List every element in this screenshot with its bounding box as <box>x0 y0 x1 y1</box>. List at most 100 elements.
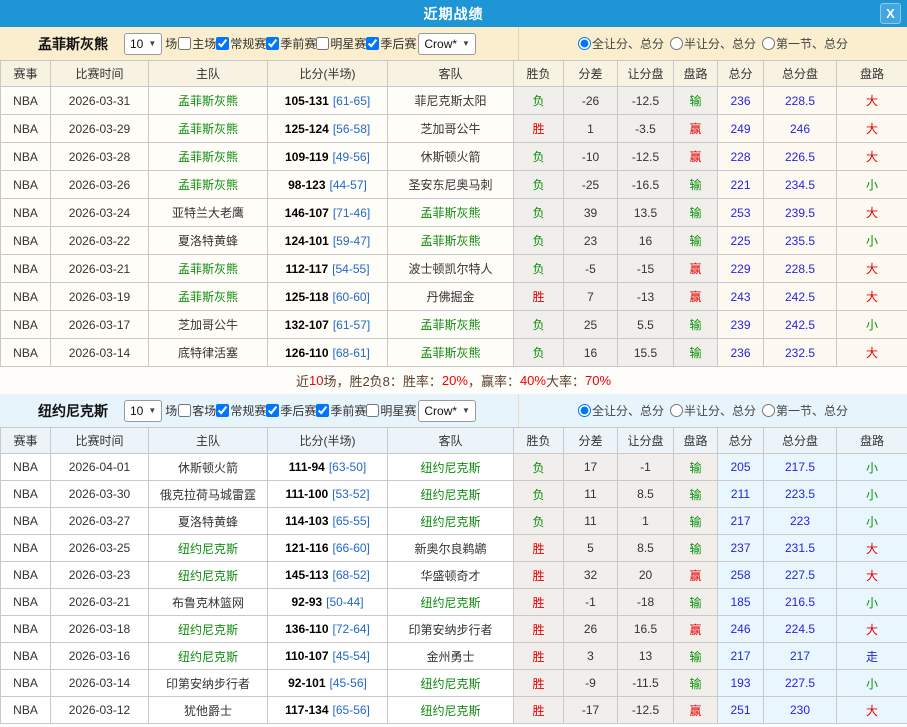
away-team-cell: 孟菲斯灰熊 <box>387 310 514 339</box>
over-under-cell: 大 <box>836 615 907 643</box>
date-cell: 2026-03-18 <box>50 615 149 643</box>
handicap-line-cell: -16.5 <box>617 170 674 199</box>
checkbox-icon[interactable] <box>366 404 380 417</box>
filter-checkbox[interactable]: 季后赛 <box>366 35 416 52</box>
handicap-line-cell: 20 <box>617 561 674 589</box>
radio-label: 第一节、总分 <box>776 404 849 418</box>
radio-icon[interactable] <box>762 37 775 50</box>
radio-icon[interactable] <box>762 404 775 417</box>
result-cell: 胜 <box>513 696 564 724</box>
filter-label: 客场 <box>192 404 217 418</box>
filter-label: 季前赛 <box>280 37 317 51</box>
col-ou-result: 盘路 <box>836 427 907 454</box>
checkbox-icon[interactable] <box>178 404 192 417</box>
away-team-cell: 纽约尼克斯 <box>387 588 514 616</box>
score-cell: 112-117 [54-55] <box>267 254 388 283</box>
handicap-result-cell: 赢 <box>673 615 718 643</box>
league-cell: NBA <box>0 86 51 115</box>
checkbox-icon[interactable] <box>316 37 330 50</box>
table-row: NBA 2026-03-31 孟菲斯灰熊 105-131 [61-65] 菲尼克斯太阳负 -… <box>0 86 907 115</box>
away-team-cell: 波士顿凯尔特人 <box>387 254 514 283</box>
score-cell: 132-107 [61-57] <box>267 310 388 339</box>
over-under-cell: 小 <box>836 480 907 508</box>
away-team-cell: 纽约尼克斯 <box>387 507 514 535</box>
col-away: 客队 <box>387 60 514 87</box>
home-team-cell: 孟菲斯灰熊 <box>148 282 268 311</box>
games-count-select[interactable]: 10 ▼ <box>124 32 163 55</box>
total-line-cell: 217 <box>763 642 837 670</box>
odds-mode-radio[interactable]: 全让分、总分 <box>577 35 664 52</box>
filter-checkbox[interactable]: 客场 <box>178 402 216 419</box>
total-points-cell: 225 <box>717 226 764 255</box>
odds-mode-radio[interactable]: 第一节、总分 <box>762 35 848 52</box>
checkbox-icon[interactable] <box>216 404 230 417</box>
odds-mode-radio[interactable]: 半让分、总分 <box>669 402 756 419</box>
result-cell: 胜 <box>513 669 564 697</box>
total-points-cell: 236 <box>717 86 764 115</box>
filter-checkbox[interactable]: 常规赛 <box>216 402 266 419</box>
margin-cell: 3 <box>563 642 618 670</box>
close-icon[interactable]: X <box>880 3 901 24</box>
col-result: 胜负 <box>513 60 564 87</box>
total-points-cell: 243 <box>717 282 764 311</box>
score-cell: 117-134 [65-56] <box>267 696 388 724</box>
table-row: NBA 2026-03-17 芝加哥公牛 132-107 [61-57] 孟菲斯灰熊负 25… <box>0 310 907 339</box>
source-select-value: Crow* <box>424 36 458 51</box>
handicap-result-cell: 输 <box>673 86 718 115</box>
odds-mode-radio[interactable]: 半让分、总分 <box>669 35 756 52</box>
radio-icon[interactable] <box>577 37 591 50</box>
window-title: 近期战绩 <box>423 5 484 22</box>
away-team-cell: 纽约尼克斯 <box>387 480 514 508</box>
odds-mode-radio[interactable]: 全让分、总分 <box>577 402 664 419</box>
league-cell: NBA <box>0 282 51 311</box>
radio-label: 全让分、总分 <box>591 37 664 51</box>
checkbox-icon[interactable] <box>316 404 330 417</box>
games-count-value: 10 <box>130 403 144 418</box>
handicap-line-cell: 5.5 <box>617 310 674 339</box>
score-cell: 124-101 [59-47] <box>267 226 388 255</box>
handicap-result-cell: 输 <box>673 338 718 367</box>
margin-cell: -1 <box>563 588 618 616</box>
checkbox-icon[interactable] <box>266 37 280 50</box>
handicap-result-cell: 输 <box>673 669 718 697</box>
away-team-cell: 孟菲斯灰熊 <box>387 226 514 255</box>
summary-text: 场，胜2负8：胜率： <box>323 374 442 389</box>
radio-icon[interactable] <box>669 37 683 50</box>
filter-checkbox[interactable]: 季前赛 <box>266 35 316 52</box>
total-points-cell: 211 <box>717 480 764 508</box>
over-under-cell: 大 <box>836 282 907 311</box>
half-time-score: [54-55] <box>332 261 370 276</box>
source-select[interactable]: Crow* ▼ <box>418 32 476 55</box>
source-select[interactable]: Crow* ▼ <box>418 399 476 422</box>
away-team-cell: 孟菲斯灰熊 <box>387 338 514 367</box>
games-count-value: 10 <box>130 36 144 51</box>
radio-icon[interactable] <box>669 404 683 417</box>
filter-checkbox[interactable]: 主场 <box>178 35 216 52</box>
table-row: NBA 2026-03-12 犹他爵士 117-134 [65-56] 纽约尼克斯胜 -17… <box>0 696 907 724</box>
checkbox-icon[interactable] <box>178 37 192 50</box>
knicks-results-table: 赛事 比赛时间 主队 比分(半场) 客队 胜负 分差 让分盘 盘路 总分 总分盘… <box>0 427 907 724</box>
games-count-select[interactable]: 10 ▼ <box>124 399 163 422</box>
handicap-line-cell: 16 <box>617 226 674 255</box>
checkbox-icon[interactable] <box>366 37 380 50</box>
filter-checkbox[interactable]: 明星赛 <box>316 35 366 52</box>
filter-checkbox[interactable]: 常规赛 <box>216 35 266 52</box>
col-total: 总分 <box>717 427 764 454</box>
checkbox-icon[interactable] <box>266 404 280 417</box>
checkbox-icon[interactable] <box>216 37 230 50</box>
result-cell: 负 <box>513 480 564 508</box>
handicap-result-cell: 赢 <box>673 142 718 171</box>
handicap-result-cell: 输 <box>673 198 718 227</box>
radio-icon[interactable] <box>577 404 591 417</box>
col-score: 比分(半场) <box>267 427 388 454</box>
col-total-line: 总分盘 <box>763 427 837 454</box>
odds-mode-radio[interactable]: 第一节、总分 <box>762 402 848 419</box>
filter-checkbox[interactable]: 季后赛 <box>266 402 316 419</box>
league-cell: NBA <box>0 588 51 616</box>
half-time-score: [56-58] <box>332 121 371 136</box>
margin-cell: -17 <box>563 696 618 724</box>
filter-checkbox[interactable]: 明星赛 <box>366 402 416 419</box>
total-line-cell: 227.5 <box>763 561 837 589</box>
filter-checkbox[interactable]: 季前赛 <box>316 402 366 419</box>
table-row: NBA 2026-03-29 孟菲斯灰熊 125-124 [56-58] 芝加哥公牛胜 1-… <box>0 114 907 143</box>
